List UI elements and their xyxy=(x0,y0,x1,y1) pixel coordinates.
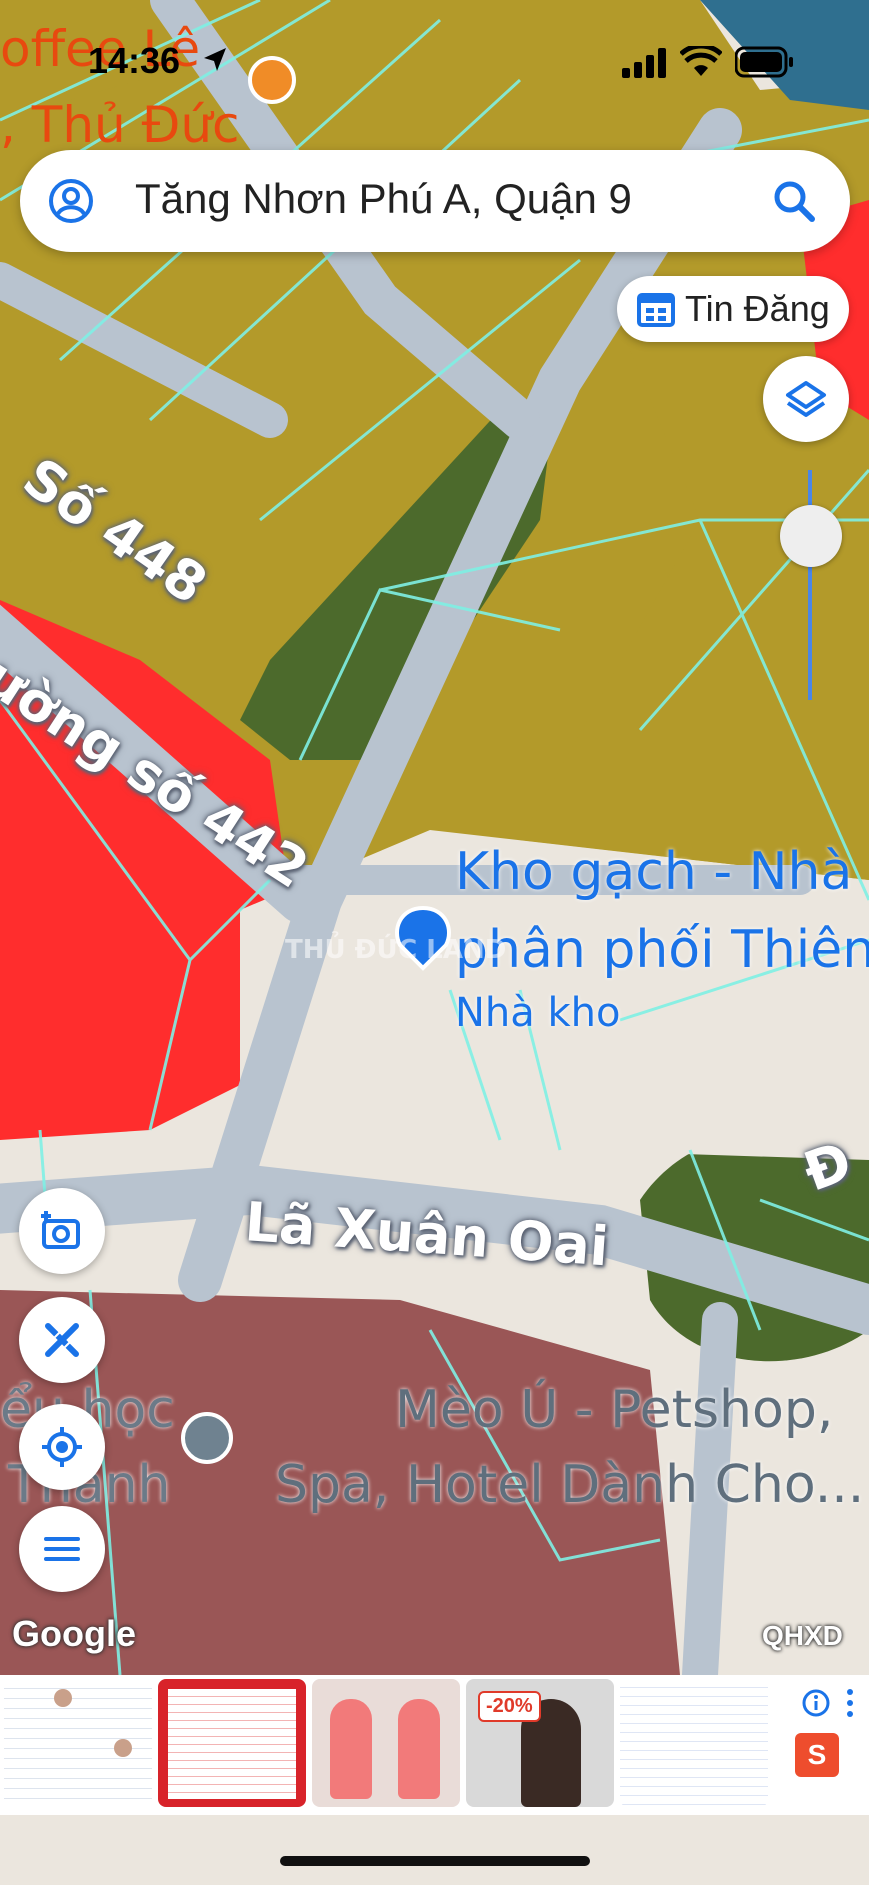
menu-button[interactable] xyxy=(19,1506,105,1592)
poi-warehouse-label-1[interactable]: Kho gạch - Nhà xyxy=(455,842,852,902)
more-options-icon[interactable] xyxy=(844,1687,856,1719)
poi-warehouse-type: Nhà kho xyxy=(455,990,621,1036)
search-bar[interactable]: Tăng Nhơn Phú A, Quận 9 xyxy=(20,150,850,252)
status-time: 14:36 xyxy=(88,40,181,81)
home-indicator[interactable] xyxy=(280,1856,590,1866)
ruler-pencil-icon xyxy=(45,1323,79,1357)
add-photo-icon xyxy=(41,1211,80,1249)
search-input[interactable]: Tăng Nhơn Phú A, Quận 9 xyxy=(135,175,632,223)
ad-banner[interactable]: -20% S xyxy=(0,1675,869,1815)
battery-icon xyxy=(735,46,793,78)
calendar-icon xyxy=(637,293,675,327)
my-location-icon xyxy=(42,1427,82,1467)
signal-icon xyxy=(622,48,666,78)
poi-school-pin xyxy=(181,1412,233,1464)
menu-icon xyxy=(44,1537,80,1561)
listings-chip[interactable]: Tin Đăng xyxy=(617,276,849,342)
layers-icon xyxy=(786,381,826,417)
measure-button[interactable] xyxy=(19,1297,105,1383)
status-bar: 14:36 xyxy=(0,40,869,90)
shop-bag-icon[interactable]: S xyxy=(795,1733,839,1777)
poi-petshop-label-2[interactable]: Spa, Hotel Dành Cho... xyxy=(275,1455,864,1515)
my-location-button[interactable] xyxy=(19,1404,105,1490)
ad-thumbnail[interactable]: -20% xyxy=(466,1679,614,1807)
listings-chip-label: Tin Đăng xyxy=(685,288,830,329)
poi-coffee-label-2: , Thủ Đức xyxy=(0,96,240,154)
poi-warehouse-label-2[interactable]: phân phối Thiên xyxy=(455,920,869,980)
layer-label: QHXD xyxy=(762,1620,843,1651)
search-icon[interactable] xyxy=(772,179,816,223)
camera-button[interactable] xyxy=(19,1188,105,1274)
poi-petshop-label-1[interactable]: Mèo Ú - Petshop, xyxy=(395,1380,833,1440)
location-arrow-icon xyxy=(204,48,226,71)
opacity-slider-handle[interactable] xyxy=(780,505,842,567)
ad-info-icon[interactable] xyxy=(802,1689,830,1717)
ad-thumbnail[interactable] xyxy=(620,1679,768,1807)
wifi-icon xyxy=(680,46,722,76)
layers-button[interactable] xyxy=(763,356,849,442)
ad-thumbnail[interactable] xyxy=(158,1679,306,1807)
ad-thumbnail[interactable] xyxy=(4,1679,152,1807)
ad-thumbnail[interactable] xyxy=(312,1679,460,1807)
shop-bag-letter: S xyxy=(807,1739,827,1770)
account-icon[interactable] xyxy=(48,178,94,224)
watermark: THỦ ĐỨC LAND xyxy=(285,935,507,965)
google-attribution: Google xyxy=(12,1613,136,1654)
discount-badge: -20% xyxy=(478,1691,541,1722)
